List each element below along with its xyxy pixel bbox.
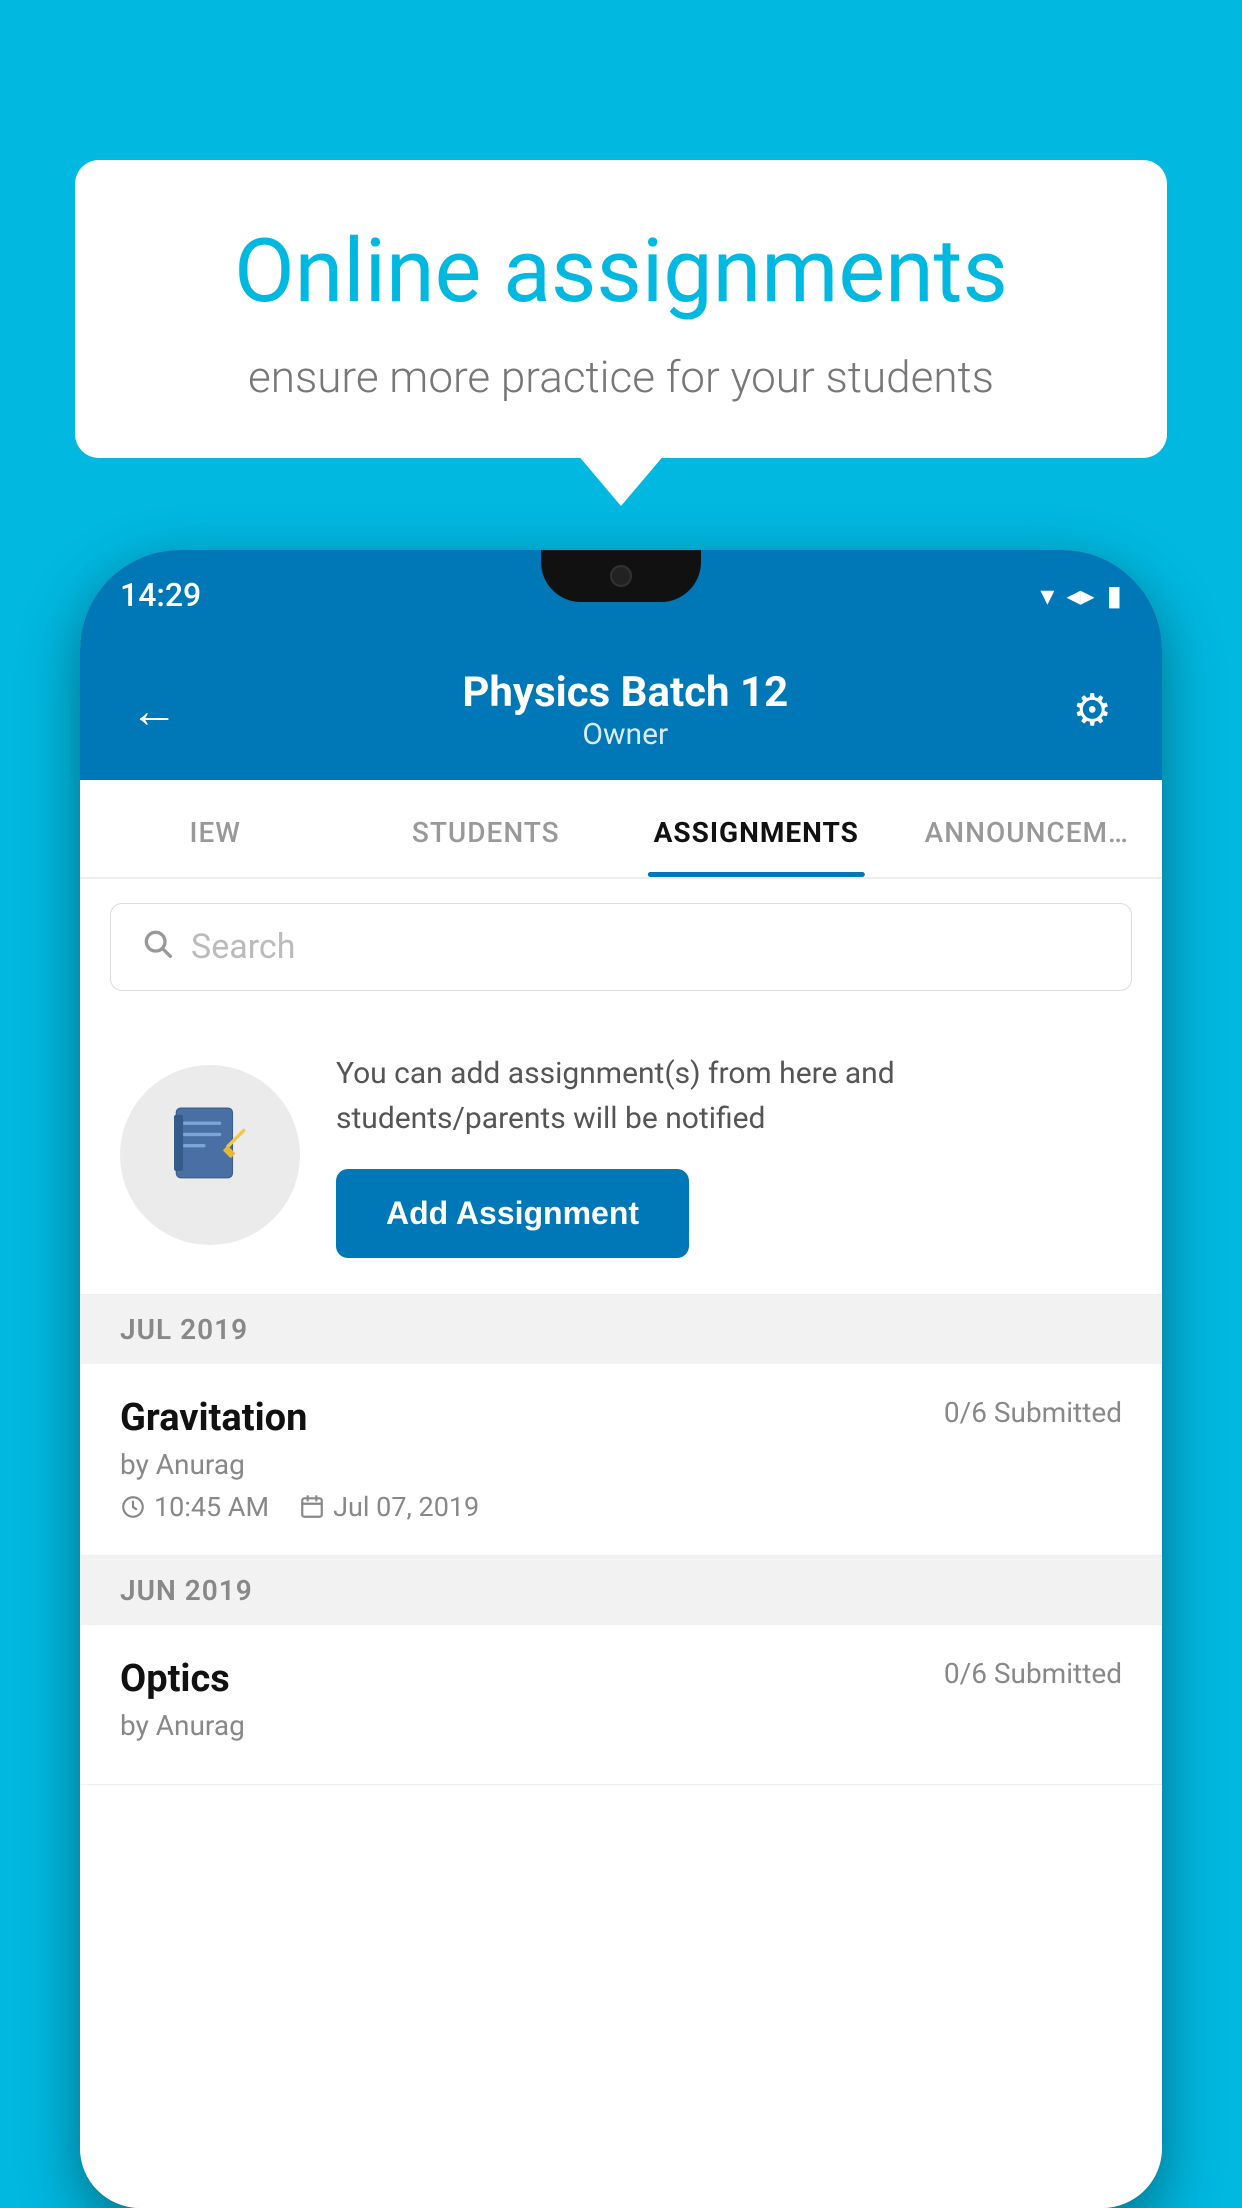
assignment-row-top-optics: Optics 0/6 Submitted [120, 1657, 1122, 1701]
info-text-group: You can add assignment(s) from here and … [336, 1051, 1122, 1258]
assignment-meta-gravitation: 10:45 AM Jul 07, 2019 [120, 1491, 1122, 1523]
settings-icon[interactable]: ⚙ [1073, 684, 1112, 736]
status-bar: 14:29 ▾ ◂▸ ▮ [80, 550, 1162, 640]
phone-screen: 14:29 ▾ ◂▸ ▮ ← Physics Batch 12 Owner ⚙ … [80, 550, 1162, 2208]
search-placeholder: Search [191, 927, 295, 967]
assignment-item-optics[interactable]: Optics 0/6 Submitted by Anurag [80, 1625, 1162, 1785]
assignment-name-gravitation: Gravitation [120, 1396, 307, 1440]
assignment-row-top: Gravitation 0/6 Submitted [120, 1396, 1122, 1440]
search-icon [141, 926, 173, 968]
assignment-time-value: 10:45 AM [154, 1491, 269, 1523]
assignment-date-value: Jul 07, 2019 [333, 1491, 479, 1523]
phone-frame: 14:29 ▾ ◂▸ ▮ ← Physics Batch 12 Owner ⚙ … [80, 550, 1162, 2208]
status-icons: ▾ ◂▸ ▮ [1040, 579, 1122, 612]
speech-bubble-card: Online assignments ensure more practice … [75, 160, 1167, 458]
notch [541, 550, 701, 602]
add-assignment-button[interactable]: Add Assignment [336, 1169, 689, 1258]
assignment-name-optics: Optics [120, 1657, 230, 1701]
info-description: You can add assignment(s) from here and … [336, 1051, 1122, 1141]
assignment-icon-circle [120, 1065, 300, 1245]
wifi-icon: ▾ [1040, 579, 1054, 612]
tabs-container: IEW STUDENTS ASSIGNMENTS ANNOUNCEM… [80, 780, 1162, 879]
assignment-submitted-gravitation: 0/6 Submitted [944, 1396, 1122, 1429]
search-bar[interactable]: Search [110, 903, 1132, 991]
assignment-date: Jul 07, 2019 [299, 1491, 479, 1523]
header-subtitle: Owner [462, 717, 788, 752]
signal-icon: ◂▸ [1066, 579, 1094, 612]
app-header: ← Physics Batch 12 Owner ⚙ [80, 640, 1162, 780]
header-title: Physics Batch 12 [462, 668, 788, 717]
assignment-time: 10:45 AM [120, 1491, 269, 1523]
speech-bubble: Online assignments ensure more practice … [75, 160, 1167, 458]
tab-announcements[interactable]: ANNOUNCEM… [892, 780, 1163, 877]
battery-icon: ▮ [1107, 579, 1122, 612]
assignment-by-optics: by Anurag [120, 1709, 1122, 1742]
assignment-submitted-optics: 0/6 Submitted [944, 1657, 1122, 1690]
back-button[interactable]: ← [130, 682, 178, 739]
tab-assignments[interactable]: ASSIGNMENTS [621, 780, 892, 877]
camera [610, 565, 632, 587]
speech-bubble-title: Online assignments [145, 220, 1097, 323]
notebook-icon [165, 1099, 255, 1211]
assignment-by-gravitation: by Anurag [120, 1448, 1122, 1481]
month-label-jun: JUN 2019 [120, 1574, 253, 1607]
content-area: Search [80, 879, 1162, 2208]
info-card: You can add assignment(s) from here and … [80, 1015, 1162, 1295]
header-title-group: Physics Batch 12 Owner [462, 668, 788, 752]
month-section-jul: JUL 2019 [80, 1295, 1162, 1364]
tab-students[interactable]: STUDENTS [351, 780, 622, 877]
status-time: 14:29 [120, 576, 201, 614]
month-label-jul: JUL 2019 [120, 1313, 248, 1346]
month-section-jun: JUN 2019 [80, 1556, 1162, 1625]
speech-bubble-subtitle: ensure more practice for your students [145, 351, 1097, 403]
assignment-item-gravitation[interactable]: Gravitation 0/6 Submitted by Anurag 10:4… [80, 1364, 1162, 1556]
tab-iew[interactable]: IEW [80, 780, 351, 877]
search-container: Search [80, 879, 1162, 1015]
